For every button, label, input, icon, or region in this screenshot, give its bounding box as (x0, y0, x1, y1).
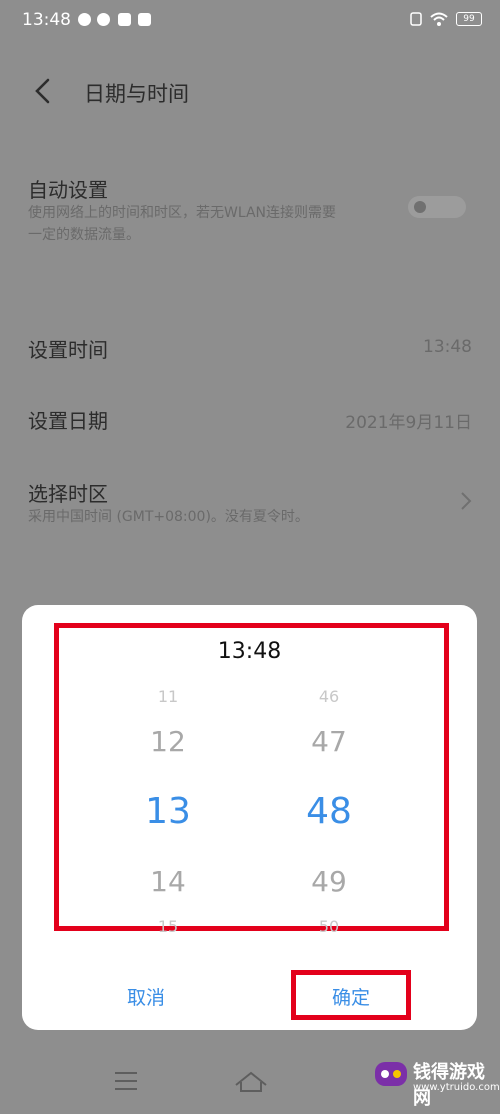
set-date-value: 2021年9月11日 (345, 413, 472, 433)
set-time-value: 13:48 (423, 337, 472, 357)
wifi-icon (430, 12, 448, 26)
hour-option[interactable]: 12 (108, 725, 228, 758)
minute-option[interactable]: 46 (269, 687, 389, 706)
picker-title: 13:48 (217, 639, 282, 664)
hour-option[interactable]: 15 (108, 917, 228, 936)
minute-option[interactable]: 47 (269, 725, 389, 758)
set-date-title[interactable]: 设置日期 (28, 405, 108, 434)
hour-selected[interactable]: 13 (108, 791, 228, 832)
auto-setting-title[interactable]: 自动设置 (28, 174, 108, 203)
hour-option[interactable]: 11 (108, 687, 228, 706)
hour-option[interactable]: 14 (108, 865, 228, 898)
auto-setting-toggle[interactable] (408, 196, 466, 218)
status-time: 13:48 (22, 10, 71, 30)
menu-icon[interactable] (113, 1070, 139, 1092)
timezone-desc: 采用中国时间 (GMT+08:00)。没有夏令时。 (28, 509, 309, 525)
video-icon (138, 13, 151, 26)
cancel-button[interactable]: 取消 (86, 983, 206, 1010)
sim-icon (410, 12, 422, 26)
auto-setting-desc-1: 使用网络上的时间和时区，若无WLAN连接则需要 (28, 205, 337, 221)
wechat-icon (78, 13, 91, 26)
home-icon[interactable] (234, 1070, 268, 1094)
ok-button[interactable]: 确定 (291, 983, 411, 1010)
minute-selected[interactable]: 48 (269, 791, 389, 832)
battery-icon: 99 (456, 12, 482, 26)
page-title: 日期与时间 (84, 82, 189, 106)
time-picker-dialog: 13:48 11 12 13 14 15 46 47 48 49 50 取消 确… (22, 605, 477, 1030)
status-icons: 99 (410, 12, 482, 26)
minute-option[interactable]: 49 (269, 865, 389, 898)
minute-option[interactable]: 50 (269, 917, 389, 936)
auto-setting-desc-2: 一定的数据流量。 (28, 227, 140, 243)
toggle-knob (414, 201, 426, 213)
timezone-title[interactable]: 选择时区 (28, 478, 108, 507)
set-time-title[interactable]: 设置时间 (28, 334, 108, 363)
watermark: 钱得游戏网 www.ytruido.com (373, 1048, 500, 1114)
watermark-url: www.ytruido.com (413, 1082, 500, 1093)
chevron-right-icon[interactable] (456, 490, 476, 512)
back-icon[interactable] (26, 74, 60, 108)
gamepad-logo-icon (375, 1062, 407, 1086)
app-notification-icon (97, 13, 110, 26)
mail-icon (118, 13, 131, 26)
